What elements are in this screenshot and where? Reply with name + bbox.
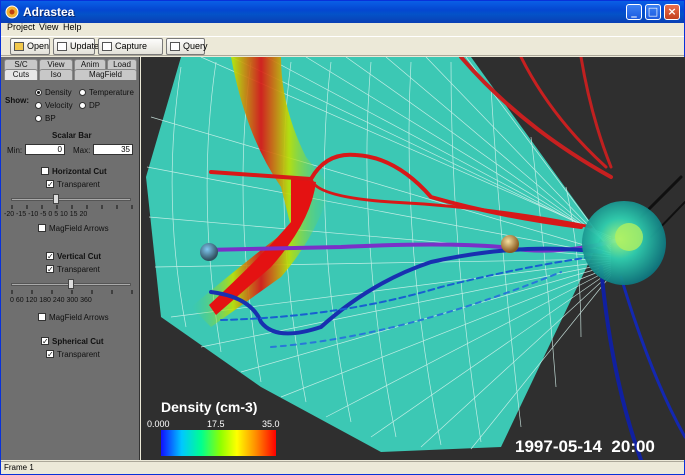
max-input[interactable]: 35	[93, 144, 133, 155]
radio-dp-label: DP	[89, 101, 101, 110]
horizontal-cut-slider[interactable]	[11, 198, 131, 201]
query-button-label: Query	[183, 41, 208, 51]
menu-help[interactable]: Help	[63, 22, 82, 32]
app-window: Adrastea _ □ × Project View Help Open Up…	[0, 0, 685, 475]
vertical-slider-thumb[interactable]	[68, 279, 74, 289]
tab-iso[interactable]: Iso	[39, 69, 73, 80]
radio-temperature-label: Temperature	[89, 88, 134, 97]
update-button[interactable]: Update	[53, 38, 99, 55]
tab-magfield[interactable]: MagField	[74, 69, 137, 80]
timestamp: 1997-05-14 20:00	[515, 437, 655, 456]
radio-temperature[interactable]	[79, 89, 86, 96]
title-bar[interactable]: Adrastea _ □ ×	[1, 1, 684, 23]
menu-project[interactable]: Project	[7, 22, 35, 32]
spherical-cut-checkbox[interactable]: ✓	[41, 337, 49, 346]
legend-color-bar	[161, 430, 276, 456]
radio-bp[interactable]	[35, 115, 42, 122]
open-button-label: Open	[27, 41, 50, 51]
radio-density-label: Density	[45, 88, 72, 97]
legend-title: Density (cm-3)	[161, 399, 258, 415]
spherical-transparent-label: Transparent	[57, 350, 100, 359]
horizontal-magfield-checkbox[interactable]	[38, 224, 46, 232]
control-panel: S/C Data View Anim Load Cuts Iso MagFiel…	[1, 57, 140, 460]
horizontal-cut-checkbox[interactable]	[41, 167, 49, 175]
app-icon	[5, 5, 19, 19]
horizontal-transparent-label: Transparent	[57, 180, 100, 189]
radio-velocity-label: Velocity	[45, 101, 73, 110]
maximize-button[interactable]: □	[645, 4, 661, 20]
horizontal-cut-label: Horizontal Cut	[52, 167, 107, 176]
update-button-label: Update	[70, 41, 100, 51]
radio-bp-label: BP	[45, 114, 56, 123]
window-title: Adrastea	[23, 5, 75, 19]
tab-cuts[interactable]: Cuts	[4, 69, 38, 80]
horizontal-transparent-checkbox[interactable]: ✓	[46, 180, 54, 189]
close-button[interactable]: ×	[664, 4, 680, 20]
vertical-cut-label: Vertical Cut	[57, 252, 102, 261]
status-bar: Frame 1	[1, 461, 684, 474]
min-label: Min:	[7, 146, 23, 155]
vertical-transparent-label: Transparent	[57, 265, 100, 274]
open-button[interactable]: Open	[10, 38, 50, 55]
spherical-cut-label: Spherical Cut	[52, 337, 104, 346]
vertical-cut-checkbox[interactable]: ✓	[46, 252, 54, 261]
scalar-bar-label: Scalar Bar	[52, 131, 92, 140]
minimize-button[interactable]: _	[626, 4, 642, 20]
menu-view[interactable]: View	[39, 22, 58, 32]
min-input[interactable]: 0	[25, 144, 65, 155]
horizontal-magfield-label: MagField Arrows	[49, 224, 109, 233]
radio-dp[interactable]	[79, 102, 86, 109]
vertical-magfield-checkbox[interactable]	[38, 313, 46, 321]
toolbar: Open Update Capture Image Query	[1, 36, 684, 66]
menu-bar: Project View Help	[1, 22, 684, 34]
horizontal-slider-tick-labels: -20 -15 -10 -5 0 5 10 15 20	[4, 211, 88, 218]
capture-image-button[interactable]: Capture Image	[98, 38, 163, 66]
spherical-transparent-checkbox[interactable]: ✓	[46, 350, 54, 359]
vertical-slider-ticks	[11, 290, 133, 294]
update-icon	[57, 42, 67, 51]
horizontal-slider-ticks	[11, 205, 133, 209]
max-label: Max:	[73, 146, 91, 155]
legend-mid: 17.5	[207, 419, 225, 429]
capture-image-icon	[102, 42, 112, 51]
radio-velocity[interactable]	[35, 102, 42, 109]
open-folder-icon	[14, 42, 24, 51]
query-button[interactable]: Query	[166, 38, 208, 55]
legend-max: 35.0	[262, 419, 280, 429]
horizontal-slider-thumb[interactable]	[53, 194, 59, 204]
radio-density[interactable]	[35, 89, 42, 96]
legend-min: 0.000	[147, 419, 170, 429]
vertical-transparent-checkbox[interactable]: ✓	[46, 265, 54, 274]
vertical-magfield-label: MagField Arrows	[49, 313, 109, 322]
show-label: Show:	[5, 96, 29, 105]
query-icon	[170, 42, 180, 51]
vertical-slider-tick-labels: 0 60 120 180 240 300 360	[10, 297, 92, 304]
status-text: Frame 1	[4, 463, 34, 472]
